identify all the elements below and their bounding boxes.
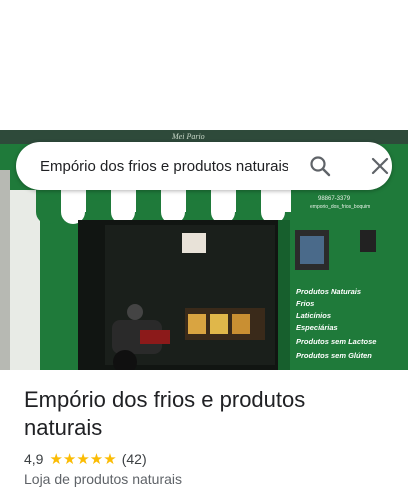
rating-row[interactable]: 4,9 ★★★★★ (42) bbox=[24, 450, 147, 468]
search-input[interactable]: Empório dos frios e produtos naturais bbox=[40, 158, 288, 175]
star-rating-icon: ★★★★★ bbox=[49, 451, 117, 468]
search-icon[interactable] bbox=[308, 154, 332, 178]
awning bbox=[36, 190, 291, 224]
place-category: Loja de produtos naturais bbox=[24, 471, 182, 487]
photo-sign-text: Mei Pario bbox=[171, 132, 205, 141]
review-count[interactable]: (42) bbox=[122, 451, 147, 467]
place-info-panel: Empório dos frios e produtos naturais 4,… bbox=[0, 370, 408, 500]
place-title: Empório dos frios e produtos naturais bbox=[24, 387, 306, 440]
photo-product-4: Especiárias bbox=[296, 323, 338, 332]
top-blank-area bbox=[0, 0, 408, 130]
photo-product-1: Produtos Naturais bbox=[296, 287, 361, 296]
photo-product-5: Produtos sem Lactose bbox=[296, 337, 376, 346]
photo-product-3: Laticínios bbox=[296, 311, 331, 320]
photo-product-6: Produtos sem Glúten bbox=[296, 351, 372, 360]
photo-phone: 98867-3379 bbox=[318, 196, 351, 202]
search-bar[interactable]: Empório dos frios e produtos naturais bbox=[16, 142, 392, 190]
rating-value: 4,9 bbox=[24, 451, 44, 467]
photo-product-2: Frios bbox=[296, 299, 314, 308]
close-icon[interactable] bbox=[368, 154, 392, 178]
photo-handle: emporio_dos_frios_boquim bbox=[310, 204, 370, 210]
